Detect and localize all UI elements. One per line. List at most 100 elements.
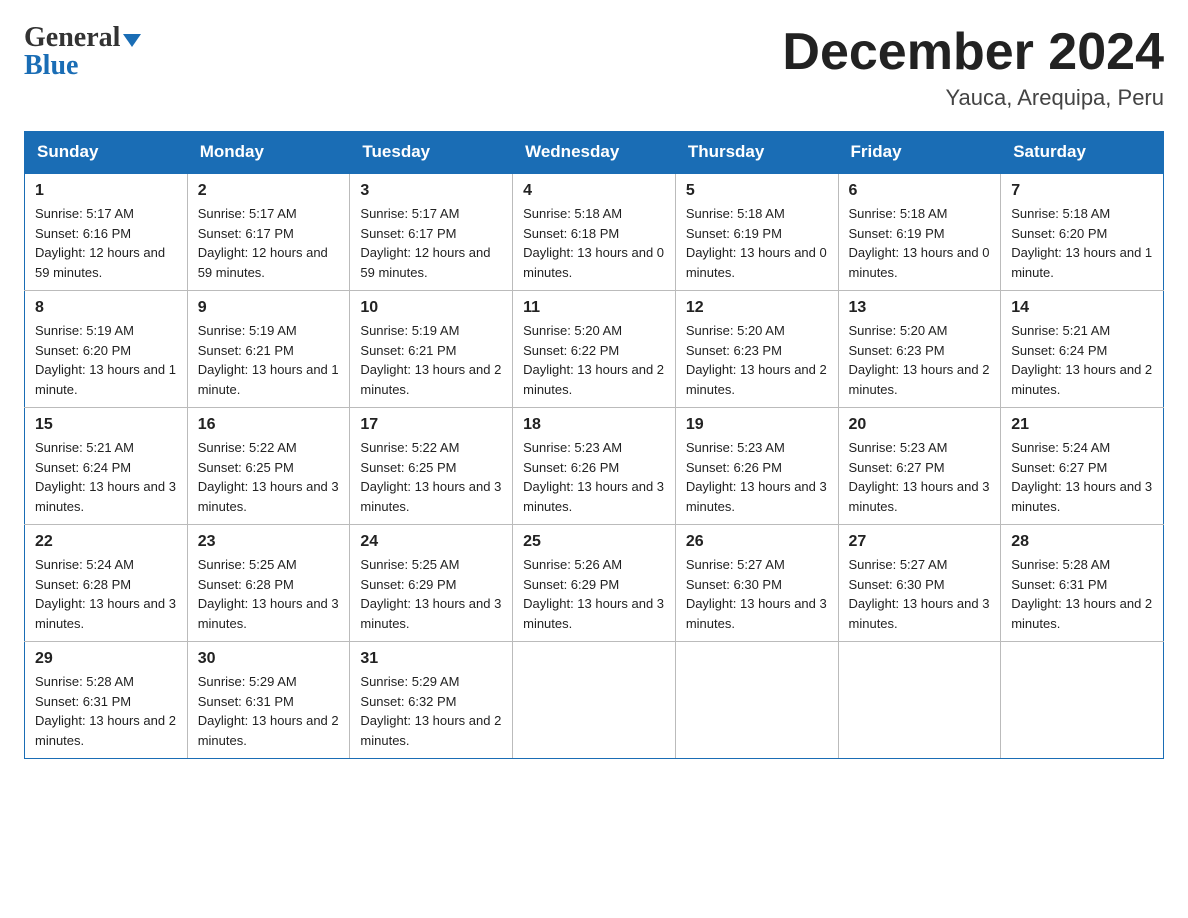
calendar-day-10: 10Sunrise: 5:19 AMSunset: 6:21 PMDayligh… [350,291,513,408]
day-number-26: 26 [686,533,828,551]
day-info-17: Sunrise: 5:22 AMSunset: 6:25 PMDaylight:… [360,438,502,516]
calendar-day-1: 1 Sunrise: 5:17 AMSunset: 6:16 PMDaylight… [25,173,188,291]
day-info-31: Sunrise: 5:29 AMSunset: 6:32 PMDaylight:… [360,672,502,750]
day-info-6: Sunrise: 5:18 AMSunset: 6:19 PMDaylight:… [849,204,991,282]
calendar-day-13: 13 Sunrise: 5:20 AMSunset: 6:23 PMDayligh… [838,291,1001,408]
calendar-day-29: 29 Sunrise: 5:28 AMSunset: 6:31 PMDayligh… [25,642,188,759]
day-number-1: 1 [35,182,177,200]
weekday-header-monday: Monday [187,132,350,174]
day-info-19: Sunrise: 5:23 AMSunset: 6:26 PMDaylight:… [686,438,828,516]
day-number-29: 29 [35,650,177,668]
weekday-header-saturday: Saturday [1001,132,1164,174]
day-number-20: 20 [849,416,991,434]
day-number-19: 19 [686,416,828,434]
day-number-9: 9 [198,299,340,317]
day-info-30: Sunrise: 5:29 AMSunset: 6:31 PMDaylight:… [198,672,340,750]
day-number-18: 18 [523,416,665,434]
calendar-day-2: 2 Sunrise: 5:17 AMSunset: 6:17 PMDaylight… [187,173,350,291]
calendar-week-2: 8Sunrise: 5:19 AMSunset: 6:20 PMDaylight… [25,291,1164,408]
day-info-5: Sunrise: 5:18 AMSunset: 6:19 PMDaylight:… [686,204,828,282]
calendar-week-5: 29 Sunrise: 5:28 AMSunset: 6:31 PMDayligh… [25,642,1164,759]
weekday-header-sunday: Sunday [25,132,188,174]
day-info-9: Sunrise: 5:19 AMSunset: 6:21 PMDaylight:… [198,321,340,399]
calendar-day-26: 26 Sunrise: 5:27 AMSunset: 6:30 PMDayligh… [675,525,838,642]
page-header: General Blue December 2024 Yauca, Arequi… [24,24,1164,111]
calendar-week-3: 15Sunrise: 5:21 AMSunset: 6:24 PMDayligh… [25,408,1164,525]
calendar-day-25: 25Sunrise: 5:26 AMSunset: 6:29 PMDayligh… [513,525,676,642]
weekday-header-wednesday: Wednesday [513,132,676,174]
day-number-31: 31 [360,650,502,668]
weekday-header-friday: Friday [838,132,1001,174]
day-info-22: Sunrise: 5:24 AMSunset: 6:28 PMDaylight:… [35,555,177,633]
day-number-6: 6 [849,182,991,200]
calendar-day-23: 23Sunrise: 5:25 AMSunset: 6:28 PMDayligh… [187,525,350,642]
day-info-27: Sunrise: 5:27 AMSunset: 6:30 PMDaylight:… [849,555,991,633]
day-info-13: Sunrise: 5:20 AMSunset: 6:23 PMDaylight:… [849,321,991,399]
day-info-1: Sunrise: 5:17 AMSunset: 6:16 PMDaylight:… [35,204,177,282]
calendar-table: SundayMondayTuesdayWednesdayThursdayFrid… [24,131,1164,759]
weekday-header-tuesday: Tuesday [350,132,513,174]
day-info-14: Sunrise: 5:21 AMSunset: 6:24 PMDaylight:… [1011,321,1153,399]
day-number-11: 11 [523,299,665,317]
empty-cell-w4-c6 [1001,642,1164,759]
calendar-day-21: 21Sunrise: 5:24 AMSunset: 6:27 PMDayligh… [1001,408,1164,525]
day-number-3: 3 [360,182,502,200]
day-info-8: Sunrise: 5:19 AMSunset: 6:20 PMDaylight:… [35,321,177,399]
day-info-4: Sunrise: 5:18 AMSunset: 6:18 PMDaylight:… [523,204,665,282]
day-number-16: 16 [198,416,340,434]
day-info-29: Sunrise: 5:28 AMSunset: 6:31 PMDaylight:… [35,672,177,750]
day-number-5: 5 [686,182,828,200]
day-number-25: 25 [523,533,665,551]
calendar-day-18: 18 Sunrise: 5:23 AMSunset: 6:26 PMDayligh… [513,408,676,525]
calendar-day-12: 12 Sunrise: 5:20 AMSunset: 6:23 PMDayligh… [675,291,838,408]
day-number-13: 13 [849,299,991,317]
calendar-week-1: 1 Sunrise: 5:17 AMSunset: 6:16 PMDaylight… [25,173,1164,291]
calendar-day-8: 8Sunrise: 5:19 AMSunset: 6:20 PMDaylight… [25,291,188,408]
day-number-2: 2 [198,182,340,200]
month-title: December 2024 [782,24,1164,81]
day-number-17: 17 [360,416,502,434]
day-number-14: 14 [1011,299,1153,317]
calendar-day-30: 30Sunrise: 5:29 AMSunset: 6:31 PMDayligh… [187,642,350,759]
day-number-24: 24 [360,533,502,551]
calendar-day-15: 15Sunrise: 5:21 AMSunset: 6:24 PMDayligh… [25,408,188,525]
calendar-day-4: 4Sunrise: 5:18 AMSunset: 6:18 PMDaylight… [513,173,676,291]
day-info-18: Sunrise: 5:23 AMSunset: 6:26 PMDaylight:… [523,438,665,516]
calendar-day-19: 19 Sunrise: 5:23 AMSunset: 6:26 PMDayligh… [675,408,838,525]
title-block: December 2024 Yauca, Arequipa, Peru [782,24,1164,111]
day-info-2: Sunrise: 5:17 AMSunset: 6:17 PMDaylight:… [198,204,340,282]
location: Yauca, Arequipa, Peru [782,85,1164,111]
empty-cell-w4-c5 [838,642,1001,759]
calendar-day-20: 20 Sunrise: 5:23 AMSunset: 6:27 PMDayligh… [838,408,1001,525]
day-number-28: 28 [1011,533,1153,551]
calendar-week-4: 22 Sunrise: 5:24 AMSunset: 6:28 PMDayligh… [25,525,1164,642]
calendar-day-3: 3Sunrise: 5:17 AMSunset: 6:17 PMDaylight… [350,173,513,291]
day-info-21: Sunrise: 5:24 AMSunset: 6:27 PMDaylight:… [1011,438,1153,516]
calendar-day-14: 14 Sunrise: 5:21 AMSunset: 6:24 PMDayligh… [1001,291,1164,408]
day-number-12: 12 [686,299,828,317]
calendar-day-17: 17 Sunrise: 5:22 AMSunset: 6:25 PMDayligh… [350,408,513,525]
empty-cell-w4-c4 [675,642,838,759]
calendar-day-22: 22 Sunrise: 5:24 AMSunset: 6:28 PMDayligh… [25,525,188,642]
day-number-22: 22 [35,533,177,551]
logo: General Blue [24,24,141,80]
calendar-day-7: 7 Sunrise: 5:18 AMSunset: 6:20 PMDaylight… [1001,173,1164,291]
day-number-27: 27 [849,533,991,551]
calendar-day-24: 24 Sunrise: 5:25 AMSunset: 6:29 PMDayligh… [350,525,513,642]
empty-cell-w4-c3 [513,642,676,759]
day-number-10: 10 [360,299,502,317]
calendar-day-27: 27 Sunrise: 5:27 AMSunset: 6:30 PMDayligh… [838,525,1001,642]
weekday-header-row: SundayMondayTuesdayWednesdayThursdayFrid… [25,132,1164,174]
day-info-7: Sunrise: 5:18 AMSunset: 6:20 PMDaylight:… [1011,204,1153,282]
day-info-26: Sunrise: 5:27 AMSunset: 6:30 PMDaylight:… [686,555,828,633]
day-info-20: Sunrise: 5:23 AMSunset: 6:27 PMDaylight:… [849,438,991,516]
day-info-24: Sunrise: 5:25 AMSunset: 6:29 PMDaylight:… [360,555,502,633]
calendar-day-11: 11 Sunrise: 5:20 AMSunset: 6:22 PMDayligh… [513,291,676,408]
day-number-7: 7 [1011,182,1153,200]
logo-blue: Blue [24,52,141,80]
calendar-day-16: 16Sunrise: 5:22 AMSunset: 6:25 PMDayligh… [187,408,350,525]
day-info-15: Sunrise: 5:21 AMSunset: 6:24 PMDaylight:… [35,438,177,516]
calendar-day-28: 28Sunrise: 5:28 AMSunset: 6:31 PMDayligh… [1001,525,1164,642]
day-info-12: Sunrise: 5:20 AMSunset: 6:23 PMDaylight:… [686,321,828,399]
day-info-11: Sunrise: 5:20 AMSunset: 6:22 PMDaylight:… [523,321,665,399]
